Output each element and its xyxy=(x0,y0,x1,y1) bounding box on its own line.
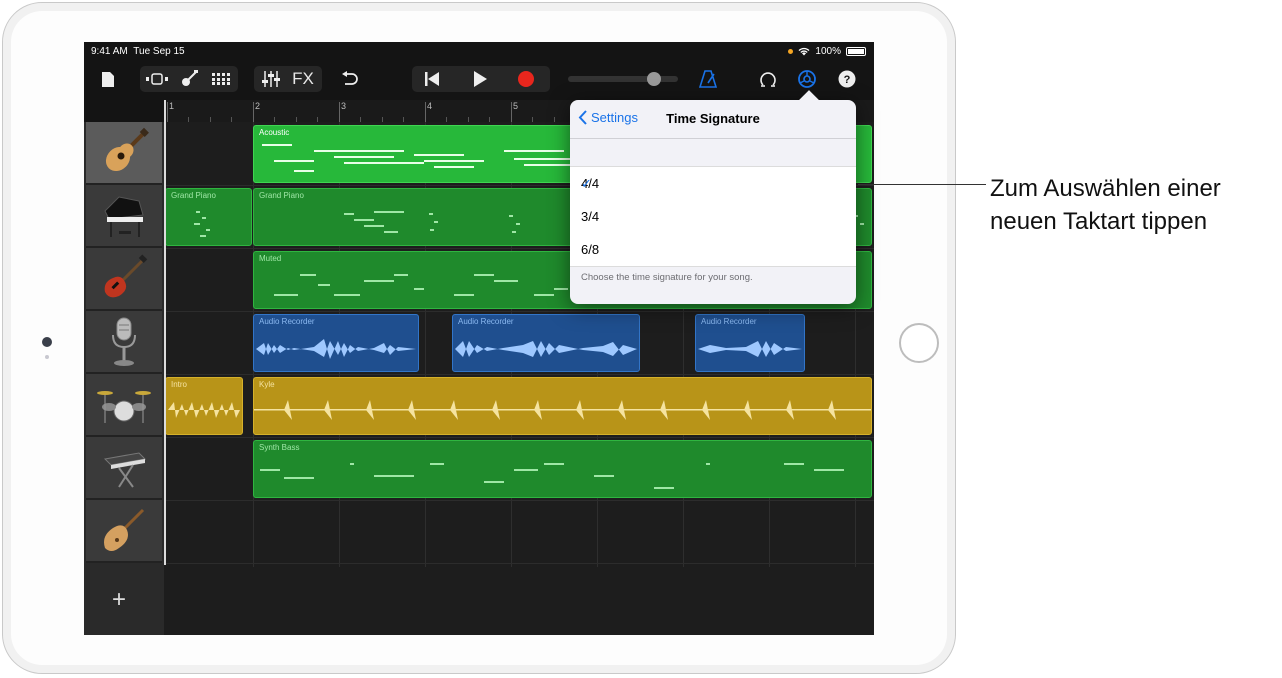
region-kyle[interactable]: Kyle xyxy=(253,377,872,435)
option-4-4[interactable]: 4/4 ✓ xyxy=(570,166,856,201)
popover-footer-text: Choose the time signature for your song. xyxy=(581,272,753,283)
master-volume-slider[interactable] xyxy=(568,66,678,92)
bass-guitar-icon xyxy=(104,253,148,297)
waveform xyxy=(698,341,802,357)
popover-title: Time Signature xyxy=(666,111,760,126)
midi-notes xyxy=(194,211,210,237)
grand-piano-icon xyxy=(104,195,144,237)
undo-icon[interactable] xyxy=(338,66,362,92)
track-header-synth-bass[interactable] xyxy=(86,437,162,500)
mic-indicator-icon xyxy=(788,49,794,54)
add-track-button[interactable]: + xyxy=(112,586,126,614)
wifi-icon xyxy=(798,47,810,56)
battery-percent: 100% xyxy=(815,46,841,57)
grid-icon[interactable] xyxy=(208,66,234,92)
callout-text: Zum Auswählen einer neuen Taktart tippen xyxy=(990,172,1221,238)
mixer-icon[interactable] xyxy=(258,66,284,92)
playhead[interactable] xyxy=(164,100,166,565)
region-audio-recorder[interactable]: Audio Recorder xyxy=(695,314,805,372)
waveform xyxy=(455,341,637,357)
callout-line-1: Zum Auswählen einer xyxy=(990,175,1221,202)
bar-number: 3 xyxy=(341,101,347,111)
synth-keyboard-icon xyxy=(103,451,147,488)
popover-nav-bar: Settings Time Signature xyxy=(570,100,856,139)
camera-sensor xyxy=(45,355,49,359)
settings-icon[interactable] xyxy=(794,66,820,92)
track-header-bass[interactable] xyxy=(86,248,162,311)
region-audio-recorder[interactable]: Audio Recorder xyxy=(452,314,640,372)
pipa-icon xyxy=(104,508,145,551)
track-header-grand-piano[interactable] xyxy=(86,185,162,248)
callout-line xyxy=(858,184,986,185)
toolbar: FX ? xyxy=(84,60,874,100)
drum-pattern xyxy=(254,400,871,420)
region-grand-piano-intro[interactable]: Grand Piano xyxy=(165,188,252,246)
track-headers: + xyxy=(84,122,164,635)
region-audio-recorder[interactable]: Audio Recorder xyxy=(253,314,419,372)
checkmark-icon: ✓ xyxy=(581,176,592,191)
my-songs-icon[interactable] xyxy=(98,66,118,92)
microphone-icon xyxy=(112,317,136,366)
track-lane xyxy=(164,500,874,564)
status-right: 100% xyxy=(788,46,866,57)
region-intro[interactable]: Intro xyxy=(165,377,243,435)
loop-icon[interactable] xyxy=(756,66,780,92)
status-time: 9:41 AM Tue Sep 15 xyxy=(91,46,185,57)
region-synth-bass[interactable]: Synth Bass xyxy=(253,440,872,498)
metronome-icon[interactable] xyxy=(696,66,720,92)
svg-text:?: ? xyxy=(844,74,851,86)
track-header-acoustic[interactable] xyxy=(86,122,162,185)
bar-number: 1 xyxy=(169,101,175,111)
play-icon[interactable] xyxy=(466,66,494,92)
acoustic-guitar-icon xyxy=(105,127,149,171)
option-6-8[interactable]: 6/8 xyxy=(570,233,856,267)
help-icon[interactable]: ? xyxy=(836,66,858,92)
record-icon[interactable] xyxy=(512,66,540,92)
drum-kit-icon xyxy=(97,390,151,423)
views-icon[interactable] xyxy=(142,66,172,92)
option-3-4[interactable]: 3/4 xyxy=(570,200,856,234)
front-camera xyxy=(42,337,52,347)
track-header-drums[interactable] xyxy=(86,374,162,437)
battery-icon xyxy=(846,47,866,56)
time-signature-popover: Settings Time Signature 4/4 ✓ 3/4 6/8 Ch… xyxy=(570,90,856,304)
bar-number: 4 xyxy=(427,101,433,111)
track-header-audio-recorder[interactable] xyxy=(86,311,162,374)
rewind-icon[interactable] xyxy=(418,66,446,92)
fx-button[interactable]: FX xyxy=(288,66,318,92)
status-bar: 9:41 AM Tue Sep 15 100% xyxy=(84,42,874,60)
instrument-icon[interactable] xyxy=(176,66,202,92)
callout-line-2: neuen Taktart tippen xyxy=(990,208,1208,235)
drum-pattern xyxy=(168,402,240,418)
track-header-pipa[interactable] xyxy=(86,500,162,563)
bar-number: 2 xyxy=(255,101,261,111)
midi-notes xyxy=(260,463,844,489)
home-button[interactable] xyxy=(899,323,939,363)
bar-number: 5 xyxy=(513,101,519,111)
waveform xyxy=(256,339,416,359)
